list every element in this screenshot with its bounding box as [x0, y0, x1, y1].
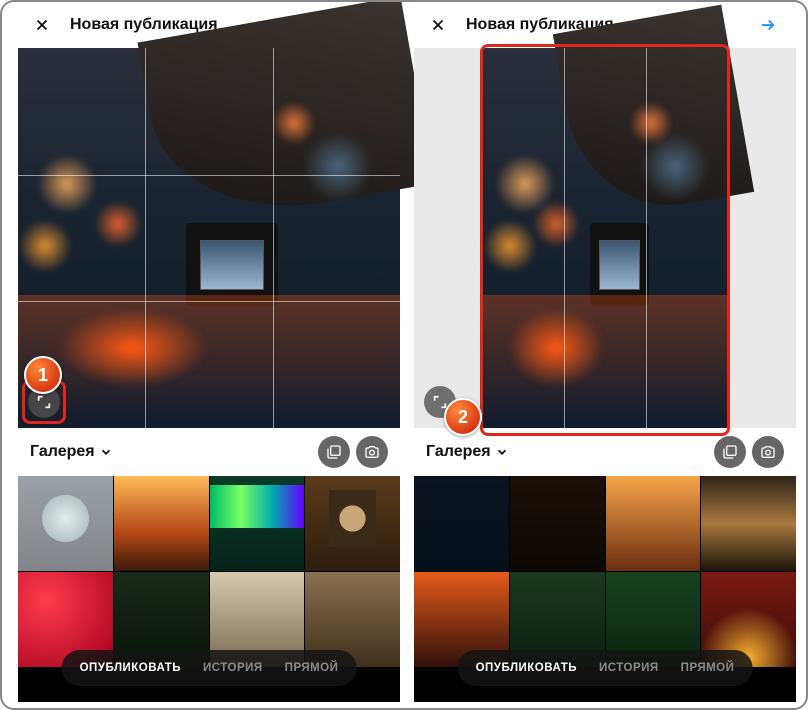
close-icon: [33, 16, 51, 34]
annotation-step-2: 2: [444, 398, 482, 436]
source-row: Галерея: [414, 428, 796, 476]
mode-pill: ОПУБЛИКОВАТЬ ИСТОРИЯ ПРЯМОЙ: [458, 650, 753, 686]
annotation-step-1: 1: [24, 356, 62, 394]
gallery-label: Галерея: [426, 443, 491, 461]
gallery-thumb[interactable]: [210, 476, 305, 571]
gallery-thumb[interactable]: [114, 476, 209, 571]
camera-icon: [760, 444, 776, 460]
multi-select-button[interactable]: [318, 436, 350, 468]
mode-live[interactable]: ПРЯМОЙ: [285, 662, 339, 674]
mode-story[interactable]: ИСТОРИЯ: [599, 662, 659, 674]
phone-left: Новая публикация 1 Галерея: [18, 2, 400, 702]
gallery-thumb[interactable]: [18, 476, 113, 571]
gallery-label: Галерея: [30, 443, 95, 461]
stack-icon: [722, 444, 738, 460]
close-icon: [429, 16, 447, 34]
phone-right: Новая публикация 2 Галерея: [414, 2, 796, 702]
chevron-down-icon: [495, 445, 509, 459]
gallery-thumb[interactable]: [414, 476, 509, 571]
preview-image: [18, 48, 400, 428]
expand-icon: [36, 394, 52, 410]
close-button[interactable]: [428, 15, 448, 35]
mode-publish[interactable]: ОПУБЛИКОВАТЬ: [80, 662, 181, 674]
preview-image: [483, 48, 727, 428]
arrow-right-icon: [755, 16, 781, 34]
mode-publish[interactable]: ОПУБЛИКОВАТЬ: [476, 662, 577, 674]
close-button[interactable]: [32, 15, 52, 35]
mode-story[interactable]: ИСТОРИЯ: [203, 662, 263, 674]
camera-button[interactable]: [356, 436, 388, 468]
chevron-down-icon: [99, 445, 113, 459]
gallery-picker[interactable]: Галерея: [30, 443, 312, 461]
gallery-grid: ОПУБЛИКОВАТЬ ИСТОРИЯ ПРЯМОЙ: [18, 476, 400, 702]
tutorial-composite: Новая публикация 1 Галерея: [0, 0, 808, 710]
gallery-thumb[interactable]: [510, 476, 605, 571]
mode-pill: ОПУБЛИКОВАТЬ ИСТОРИЯ ПРЯМОЙ: [62, 650, 357, 686]
photo-preview[interactable]: 1: [18, 48, 400, 428]
photo-preview[interactable]: 2: [414, 48, 796, 428]
gallery-grid: ОПУБЛИКОВАТЬ ИСТОРИЯ ПРЯМОЙ: [414, 476, 796, 702]
gallery-thumb[interactable]: [701, 476, 796, 571]
mode-live[interactable]: ПРЯМОЙ: [681, 662, 735, 674]
multi-select-button[interactable]: [714, 436, 746, 468]
gallery-thumb[interactable]: [606, 476, 701, 571]
camera-icon: [364, 444, 380, 460]
gallery-thumb[interactable]: [305, 476, 400, 571]
gallery-picker[interactable]: Галерея: [426, 443, 708, 461]
next-button[interactable]: [754, 15, 782, 35]
stack-icon: [326, 444, 342, 460]
camera-button[interactable]: [752, 436, 784, 468]
source-row: Галерея: [18, 428, 400, 476]
